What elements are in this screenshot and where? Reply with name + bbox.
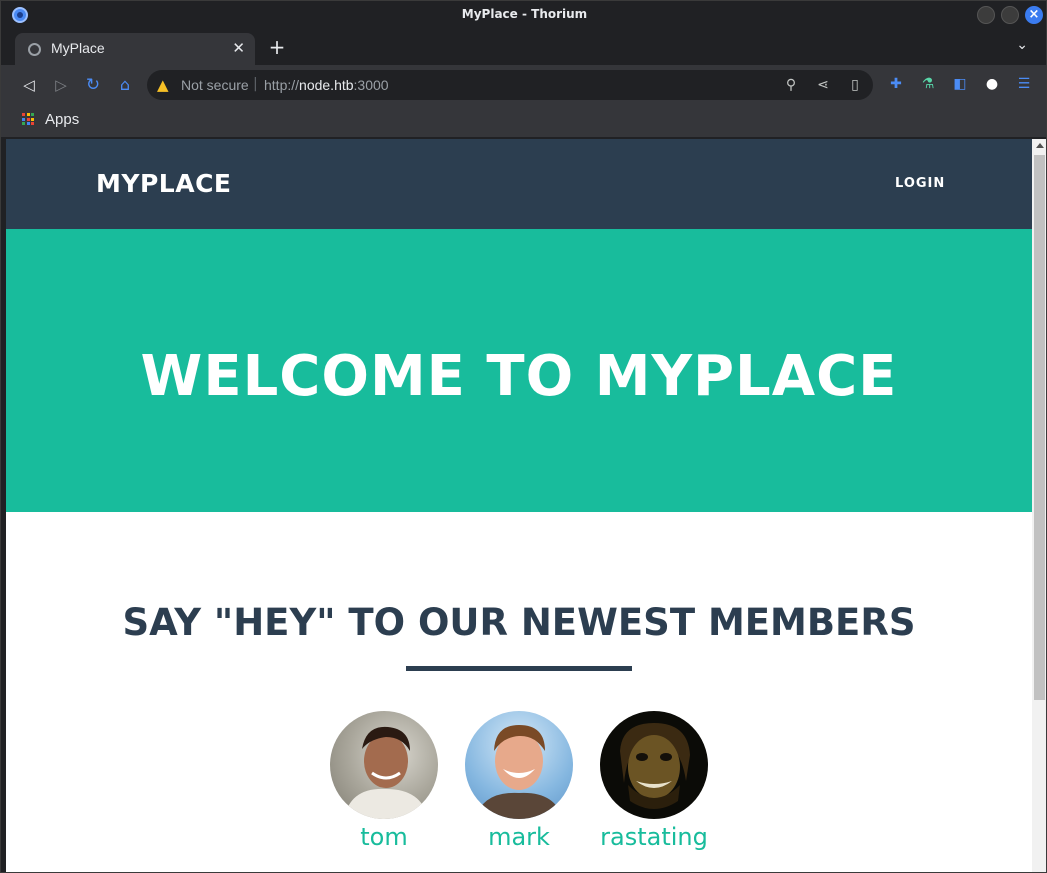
bookmarks-bar: Apps (1, 105, 1046, 138)
site-navbar: MYPLACE LOGIN (6, 139, 1032, 229)
url-host: node.htb (299, 77, 354, 93)
security-label[interactable]: Not secure (181, 77, 249, 93)
scrollbar-thumb[interactable] (1034, 155, 1045, 700)
hero-section: WELCOME TO MYPLACE (6, 229, 1032, 512)
globe-icon (28, 43, 41, 56)
member-card[interactable]: tom (330, 711, 438, 851)
hero-title: WELCOME TO MYPLACE (140, 344, 898, 409)
maximize-button[interactable] (1001, 6, 1019, 24)
page-viewport: MYPLACE LOGIN WELCOME TO MYPLACE SAY "HE… (6, 139, 1032, 872)
apps-grid-icon[interactable] (22, 113, 34, 125)
browser-menu-icon[interactable]: ☰ (1015, 75, 1033, 93)
back-button[interactable]: ◁ (18, 74, 40, 96)
zoom-icon[interactable]: ⚲ (782, 77, 800, 93)
avatar[interactable] (330, 711, 438, 819)
member-card[interactable]: mark (465, 711, 573, 851)
url-port: :3000 (353, 77, 389, 93)
labs-flask-icon[interactable]: ⚗ (919, 75, 937, 93)
home-button[interactable]: ⌂ (114, 74, 136, 96)
member-name[interactable]: mark (445, 823, 593, 851)
avatar[interactable] (600, 711, 708, 819)
close-window-button[interactable]: × (1025, 6, 1043, 24)
browser-toolbar: ◁ ▷ ↻ ⌂ ▲ Not secure | http://node.htb:3… (1, 65, 1046, 105)
close-tab-icon[interactable]: ✕ (232, 39, 245, 57)
login-link[interactable]: LOGIN (895, 176, 945, 191)
tab-title: MyPlace (51, 40, 105, 56)
address-bar[interactable]: ▲ Not secure | http://node.htb:3000 ⚲ ⋖ … (147, 70, 873, 100)
site-brand[interactable]: MYPLACE (96, 169, 232, 198)
scroll-up-arrow-icon[interactable] (1036, 143, 1044, 148)
member-name[interactable]: rastating (580, 823, 728, 851)
extensions-icon[interactable]: ✚ (887, 75, 905, 93)
reload-button[interactable]: ↻ (82, 74, 104, 96)
tab-strip: MyPlace ✕ + ⌄ (1, 29, 1046, 65)
profile-icon[interactable]: ● (983, 75, 1001, 93)
browser-window: MyPlace - Thorium × MyPlace ✕ + ⌄ ◁ ▷ ↻ … (0, 0, 1047, 873)
title-bar: MyPlace - Thorium × (1, 1, 1046, 29)
minimize-button[interactable] (977, 6, 995, 24)
avatar[interactable] (465, 711, 573, 819)
url-text[interactable]: http://node.htb:3000 (264, 77, 389, 93)
side-panel-icon[interactable]: ◧ (951, 75, 969, 93)
forward-button[interactable]: ▷ (50, 74, 72, 96)
member-card[interactable]: rastating (600, 711, 708, 851)
share-icon[interactable]: ⋖ (814, 77, 832, 93)
bookmark-icon[interactable]: ▯ (846, 77, 864, 93)
window-title: MyPlace - Thorium (461, 7, 588, 21)
vertical-scrollbar[interactable] (1032, 139, 1046, 872)
members-heading: SAY "HEY" TO OUR NEWEST MEMBERS (122, 601, 916, 644)
omnibox-separator: | (253, 76, 258, 92)
tab-myplace[interactable]: MyPlace ✕ (15, 33, 255, 65)
heading-divider (406, 666, 632, 671)
new-tab-button[interactable]: + (267, 35, 287, 59)
apps-bookmark[interactable]: Apps (45, 111, 79, 128)
url-scheme: http:// (264, 77, 300, 93)
member-name[interactable]: tom (310, 823, 458, 851)
warning-icon[interactable]: ▲ (157, 76, 169, 94)
tab-search-chevron-icon[interactable]: ⌄ (1016, 37, 1028, 53)
